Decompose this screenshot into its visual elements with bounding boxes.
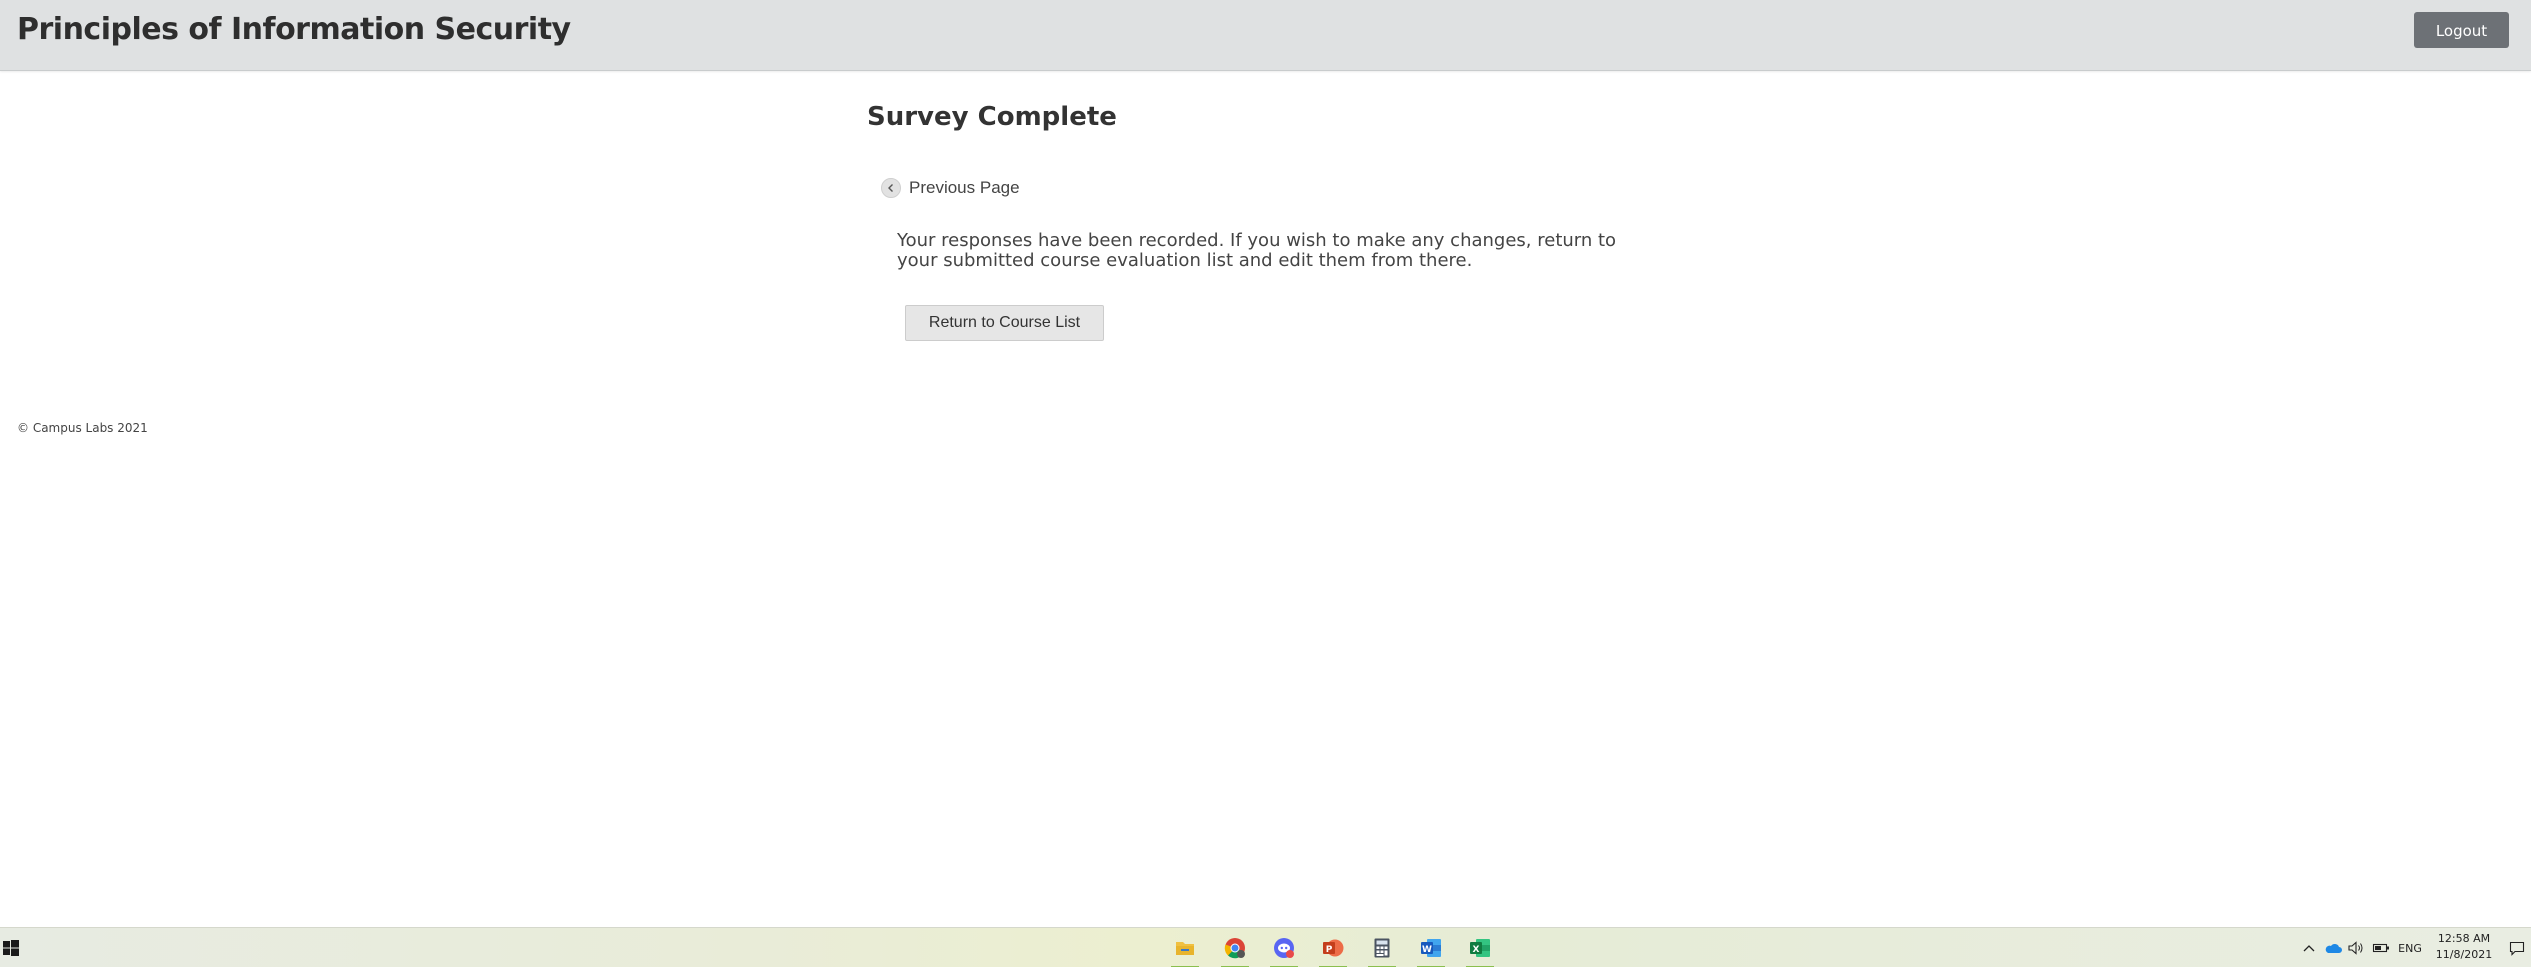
svg-text:P: P [1326, 945, 1333, 955]
footer-copyright: © Campus Labs 2021 [17, 421, 148, 435]
notification-center-icon[interactable] [2504, 928, 2530, 967]
confirmation-message: Your responses have been recorded. If yo… [897, 230, 1617, 271]
logout-button[interactable]: Logout [2414, 12, 2509, 48]
system-clock[interactable]: 12:58 AM 11/8/2021 [2420, 931, 2508, 963]
page: Principles of Information Security Logou… [0, 0, 2531, 967]
app-title: Principles of Information Security [17, 12, 571, 47]
powerpoint-icon[interactable]: P [1311, 928, 1355, 967]
clock-time: 12:58 AM [2437, 932, 2491, 945]
clock-date: 11/8/2021 [2435, 948, 2493, 961]
file-explorer-icon[interactable] [1163, 928, 1207, 967]
svg-text:W: W [1422, 945, 1432, 955]
previous-page-link[interactable]: Previous Page [881, 178, 1020, 198]
return-to-course-list-button[interactable]: Return to Course List [905, 305, 1104, 341]
page-title: Survey Complete [867, 102, 1117, 132]
previous-page-label: Previous Page [909, 178, 1020, 197]
excel-icon[interactable]: X [1458, 928, 1502, 967]
word-icon[interactable]: W [1409, 928, 1453, 967]
top-header: Principles of Information Security Logou… [0, 0, 2531, 71]
discord-icon[interactable] [1262, 928, 1306, 967]
windows-start-icon[interactable] [0, 928, 22, 967]
calculator-icon[interactable] [1360, 928, 1404, 967]
volume-speaker-icon[interactable] [2346, 928, 2366, 967]
chrome-icon[interactable] [1213, 928, 1257, 967]
battery-icon[interactable] [2370, 928, 2392, 967]
svg-text:X: X [1473, 945, 1480, 955]
chevron-left-icon [881, 178, 901, 198]
windows-taskbar: P W X ENG 12:58 AM 11/8/2021 [0, 927, 2531, 967]
show-hidden-icons-chevron-up-icon[interactable] [2300, 928, 2318, 967]
onedrive-cloud-icon[interactable] [2322, 928, 2344, 967]
